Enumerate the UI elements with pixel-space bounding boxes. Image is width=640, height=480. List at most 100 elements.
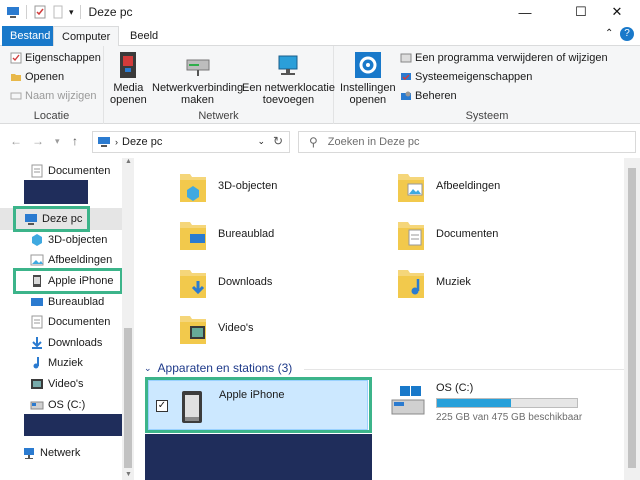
nav-item-label: Documenten <box>48 165 111 177</box>
content-area: 3D-objecten Afbeeldingen Bureaublad Docu… <box>134 158 624 480</box>
add-network-label-2: toevoegen <box>262 94 315 106</box>
nav-item-label: Bureaublad <box>48 296 105 308</box>
back-arrow-icon[interactable]: ← <box>10 134 22 148</box>
nav-item-documenten[interactable]: Documenten <box>30 313 110 331</box>
uninstall-label: Een programma verwijderen of wijzigen <box>415 52 608 64</box>
system-properties-icon <box>401 73 411 80</box>
folder-label: Documenten <box>436 228 499 240</box>
nav-item-bureaublad[interactable]: Bureaublad <box>30 293 104 311</box>
folder-tile[interactable]: Downloads <box>178 264 272 300</box>
folder-label: 3D-objecten <box>218 180 278 192</box>
highlight-frame <box>13 206 90 232</box>
system-properties-button[interactable]: Systeemeigenschappen <box>400 71 532 83</box>
media-open-button[interactable]: Media openen <box>110 50 147 106</box>
add-network-label-1: Een netwerklocatie <box>242 82 335 94</box>
chevron-down-icon[interactable]: ⌄ <box>144 363 152 374</box>
tab-beeld[interactable]: Beeld <box>122 26 166 46</box>
search-input[interactable]: Zoeken in Deze pc <box>328 136 420 148</box>
new-folder-icon[interactable] <box>51 5 65 19</box>
folder-label: Downloads <box>218 276 273 288</box>
nav-item-3d-objecten[interactable]: 3D-objecten <box>30 231 107 249</box>
tab-bestand[interactable]: Bestand <box>2 26 59 46</box>
3d-objects-folder-icon <box>180 174 206 202</box>
ribbon-collapse-icon[interactable]: ⌃ <box>605 28 613 39</box>
nav-item-muziek[interactable]: Muziek <box>30 354 83 372</box>
group-locatie: Eigenschappen Openen Naam wijzigen Locat… <box>0 46 104 124</box>
address-bar[interactable]: › Deze pc ⌄ ↻ <box>92 131 290 153</box>
manage-label: Beheren <box>415 90 457 102</box>
group-label-netwerk: Netwerk <box>198 110 239 122</box>
folder-tile[interactable]: Muziek <box>396 264 471 300</box>
document-icon <box>31 164 43 178</box>
navpane-scroll-thumb[interactable] <box>124 328 132 468</box>
tab-computer[interactable]: Computer <box>53 26 120 46</box>
window-title: Deze pc <box>88 5 133 19</box>
forward-arrow-icon[interactable]: → <box>32 134 44 148</box>
search-icon: ⚲ <box>309 135 318 149</box>
refresh-icon[interactable]: ↻ <box>273 134 283 148</box>
rename-button[interactable]: Naam wijzigen <box>10 90 97 102</box>
close-button[interactable]: ✕ <box>594 0 640 24</box>
content-scrollbar[interactable] <box>624 158 640 480</box>
group-systeem: Instellingen openen Een programma verwij… <box>334 46 640 124</box>
folder-tile[interactable]: Bureaublad <box>178 216 274 252</box>
folder-tile[interactable]: Documenten <box>396 216 498 252</box>
uninstall-program-button[interactable]: Een programma verwijderen of wijzigen <box>400 52 608 64</box>
nav-item-downloads[interactable]: Downloads <box>30 334 102 352</box>
up-arrow-icon[interactable]: ↑ <box>72 134 78 148</box>
folder-label: Muziek <box>436 276 471 288</box>
redacted-block <box>24 414 122 436</box>
qat-dropdown-icon[interactable]: ▾ <box>69 7 74 18</box>
folder-tile[interactable]: Afbeeldingen <box>396 168 500 204</box>
device-tile-os-c[interactable]: OS (C:) 225 GB van 475 GB beschikbaar <box>386 380 606 430</box>
folder-tile[interactable]: Video's <box>178 310 254 346</box>
add-network-location-button[interactable]: Een netwerklocatie toevoegen <box>242 50 335 106</box>
network-drive-icon <box>186 59 210 76</box>
drive-icon <box>30 401 44 410</box>
breadcrumb[interactable]: Deze pc <box>122 136 162 148</box>
nav-item-label: Muziek <box>48 357 83 369</box>
group-header-label: Apparaten en stations (3) <box>157 361 293 375</box>
navpane-scrollbar[interactable]: ▲ ▼ <box>122 158 134 480</box>
rename-label: Naam wijzigen <box>25 90 97 102</box>
nav-item-videos[interactable]: Video's <box>30 375 84 393</box>
network-icon <box>24 448 34 459</box>
nav-item-documenten-quick[interactable]: Documenten <box>30 162 110 180</box>
group-divider <box>304 369 624 370</box>
open-button[interactable]: Openen <box>10 71 64 83</box>
nav-item-netwerk[interactable]: Netwerk <box>22 444 80 462</box>
open-settings-button[interactable]: Instellingen openen <box>340 50 396 106</box>
properties-icon[interactable] <box>33 5 47 19</box>
network-location-icon <box>278 55 298 75</box>
manage-button[interactable]: Beheren <box>400 90 457 102</box>
recent-dropdown-icon[interactable]: ▾ <box>55 136 60 147</box>
breadcrumb-separator-icon: › <box>115 137 118 147</box>
nav-item-label: Documenten <box>48 316 111 328</box>
this-pc-icon <box>98 137 110 147</box>
address-dropdown-icon[interactable]: ⌄ <box>257 136 265 147</box>
media-open-label-2: openen <box>110 94 147 106</box>
downloads-folder-icon <box>180 270 206 298</box>
quick-access-toolbar: ▾ <box>0 5 83 19</box>
help-icon[interactable]: ? <box>620 27 634 41</box>
nav-item-os-c[interactable]: OS (C:) <box>30 396 85 414</box>
video-icon <box>31 379 43 389</box>
nav-item-label: Netwerk <box>40 447 81 459</box>
drive-usage-bar <box>436 398 578 408</box>
devices-group-header[interactable]: ⌄ Apparaten en stations (3) <box>144 361 624 375</box>
system-drive-icon <box>391 386 425 415</box>
content-scroll-thumb[interactable] <box>628 168 636 468</box>
open-label: Openen <box>25 71 65 83</box>
map-network-drive-button[interactable]: Netwerkverbinding maken <box>152 50 243 106</box>
search-box[interactable]: ⚲ Zoeken in Deze pc <box>298 131 636 153</box>
folder-tile[interactable]: 3D-objecten <box>178 168 277 204</box>
minimize-button[interactable]: — <box>502 0 548 24</box>
drive-label: OS (C:) <box>436 382 474 394</box>
nav-item-afbeeldingen[interactable]: Afbeeldingen <box>30 251 112 269</box>
properties-button[interactable]: Eigenschappen <box>10 52 101 64</box>
folder-label: Video's <box>218 322 254 334</box>
nav-item-label: OS (C:) <box>48 399 86 411</box>
scroll-down-icon[interactable]: ▼ <box>125 471 132 478</box>
scroll-up-icon[interactable]: ▲ <box>125 158 132 165</box>
highlight-frame <box>13 268 123 294</box>
